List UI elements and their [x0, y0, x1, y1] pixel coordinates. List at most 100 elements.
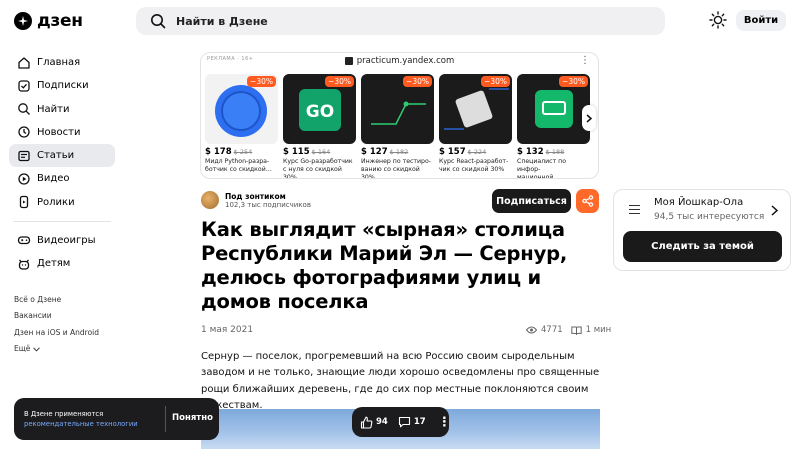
- sidebar-item-kids[interactable]: Детям: [9, 252, 115, 275]
- sidebar-item-label: Ролики: [37, 196, 75, 208]
- ad-cards: −30% $ 178 $ 254 Мидл Python-разра- ботчи…: [205, 74, 590, 179]
- zen-logo[interactable]: дзен: [14, 11, 83, 31]
- discount-badge: −30%: [403, 76, 432, 87]
- like-button[interactable]: 94: [360, 416, 388, 429]
- topic-name[interactable]: Моя Йошкар-Ола: [654, 197, 743, 208]
- sidebar-item-label: Статьи: [37, 150, 75, 162]
- card-desc: Специалист по инфор- мационной безопасн…: [517, 158, 566, 179]
- ad-host: practicum.yandex.com: [201, 56, 598, 66]
- ad-next-button[interactable]: [582, 105, 596, 131]
- sidebar-item-label: Видео: [37, 173, 70, 185]
- subscribe-button[interactable]: Подписаться: [492, 189, 571, 213]
- share-button[interactable]: [576, 189, 599, 213]
- ad-card-image: −30%: [517, 74, 590, 144]
- avatar[interactable]: [201, 191, 219, 209]
- search-icon: [151, 14, 166, 29]
- ad-card[interactable]: −30% $ 132 $ 188 Специалист по инфор- мац…: [517, 74, 590, 179]
- card-desc: Курс Go-разработчик с нуля со скидкой 30…: [283, 158, 353, 179]
- share-icon: [581, 195, 593, 207]
- comment-icon: [398, 416, 410, 428]
- cookie-text: В Дзене применяются рекомендательные тех…: [24, 410, 138, 428]
- likes-count: 94: [376, 417, 388, 427]
- sidebar-item-label: Новости: [37, 126, 81, 138]
- article-date: 1 мая 2021: [201, 325, 254, 335]
- more-link[interactable]: Ещё: [14, 341, 99, 357]
- reactions-bar: 94 17 ⋮: [352, 407, 451, 437]
- ad-card[interactable]: −30% $ 157 $ 224 Курс React-разработ- чик…: [439, 74, 512, 178]
- sidebar-item-articles[interactable]: Статьи: [9, 144, 115, 168]
- svg-text:GO: GO: [306, 102, 334, 122]
- sidebar-item-label: Детям: [37, 258, 71, 270]
- home-icon: [18, 56, 30, 69]
- cookie-ok-button[interactable]: Понятно: [172, 413, 213, 423]
- chevron-right-icon[interactable]: [771, 205, 778, 216]
- sidebar-item-home[interactable]: Главная: [9, 51, 115, 74]
- read-time: 1 мин: [585, 325, 612, 335]
- sidebar-item-shorts[interactable]: Ролики: [9, 191, 115, 214]
- sidebar-item-video[interactable]: Видео: [9, 167, 115, 190]
- card-price: $ 127 $ 182: [361, 147, 409, 157]
- search-icon: [18, 103, 30, 116]
- sidebar-item-subscriptions[interactable]: Подписки: [9, 74, 115, 97]
- sidebar-divider: [13, 220, 111, 222]
- channel-subscribers: 102,3 тыс подписчиков: [225, 200, 311, 209]
- comments-button[interactable]: 17: [398, 416, 426, 428]
- card-price: $ 157 $ 224: [439, 147, 487, 157]
- ad-host-text: practicum.yandex.com: [356, 56, 455, 66]
- article-stats: 4771 1 мин: [526, 325, 611, 335]
- sidebar-item-search[interactable]: Найти: [9, 98, 115, 121]
- kids-icon: [18, 259, 30, 270]
- subscriptions-icon: [18, 80, 30, 92]
- card-desc: Инженер по тестиро- ванию со скидкой 30%: [361, 158, 431, 179]
- discount-badge: −30%: [247, 76, 276, 87]
- articles-icon: [18, 150, 30, 161]
- ad-block[interactable]: РЕКЛАМА · 16+ practicum.yandex.com ⋮ −30…: [200, 52, 599, 179]
- sidebar-item-label: Подписки: [37, 80, 89, 92]
- vacancies-link[interactable]: Вакансии: [14, 308, 99, 324]
- card-price: $ 178 $ 254: [205, 147, 253, 157]
- search-input[interactable]: [176, 14, 616, 28]
- channel-info[interactable]: Под зонтиком 102,3 тыс подписчиков: [201, 191, 311, 209]
- comments-count: 17: [413, 417, 426, 427]
- about-link[interactable]: Всё о Дзене: [14, 292, 99, 308]
- card-price: $ 132 $ 188: [517, 147, 565, 157]
- cookie-notice: В Дзене применяются рекомендательные тех…: [14, 398, 219, 440]
- thumbs-up-icon: [360, 416, 373, 429]
- more-options-icon[interactable]: ⋮: [580, 55, 590, 66]
- more-label: Ещё: [14, 343, 31, 353]
- recommendation-tech-link[interactable]: рекомендательные технологии: [24, 420, 138, 428]
- ad-card[interactable]: −30% $ 127 $ 182 Инженер по тестиро- вани…: [361, 74, 434, 179]
- apps-link[interactable]: Дзен на iOS и Android: [14, 325, 99, 341]
- ad-card[interactable]: GO −30% $ 115 $ 164 Курс Go-разработчик с…: [283, 74, 356, 179]
- news-icon: [18, 126, 30, 139]
- sidebar-nav: Главная Подписки Найти Новости Статьи Ви…: [9, 51, 115, 275]
- theme-toggle-icon[interactable]: [709, 11, 727, 29]
- video-icon: [18, 173, 30, 185]
- ad-card-image: −30%: [439, 74, 512, 144]
- topic-count: 94,5 тыс интересуются: [654, 212, 765, 222]
- article-lead: Сернур — поселок, прогремевший на всю Ро…: [201, 351, 600, 411]
- sidebar-item-games[interactable]: Видеоигры: [9, 229, 115, 252]
- sidebar-item-news[interactable]: Новости: [9, 121, 115, 144]
- follow-topic-button[interactable]: Следить за темой: [623, 231, 782, 262]
- ad-card[interactable]: −30% $ 178 $ 254 Мидл Python-разра- ботчи…: [205, 74, 278, 178]
- sidebar-item-label: Найти: [37, 103, 70, 115]
- menu-icon: [629, 205, 640, 216]
- sidebar-item-label: Главная: [37, 57, 81, 68]
- search-bar[interactable]: [136, 7, 665, 35]
- channel-name[interactable]: Под зонтиком: [225, 192, 311, 201]
- login-button[interactable]: Войти: [736, 10, 786, 31]
- views-count: 4771: [541, 325, 563, 335]
- more-options-icon[interactable]: ⋮: [438, 415, 451, 430]
- discount-badge: −30%: [481, 76, 510, 87]
- chevron-down-icon: [33, 346, 41, 352]
- sidebar-footer: Всё о Дзене Вакансии Дзен на iOS и Andro…: [14, 292, 99, 357]
- discount-badge: −30%: [559, 76, 588, 87]
- book-icon: [570, 326, 582, 335]
- article-title: Как выглядит «сырная» столица Республики…: [201, 218, 568, 313]
- card-desc: Мидл Python-разра- ботчик со скидкой…: [205, 158, 272, 173]
- topic-card[interactable]: Моя Йошкар-Ола 94,5 тыс интересуются Сле…: [613, 189, 791, 271]
- ad-card-image: GO −30%: [283, 74, 356, 144]
- logo-text: дзен: [37, 11, 83, 31]
- card-desc: Курс React-разработ- чик со скидкой 30%: [439, 158, 509, 173]
